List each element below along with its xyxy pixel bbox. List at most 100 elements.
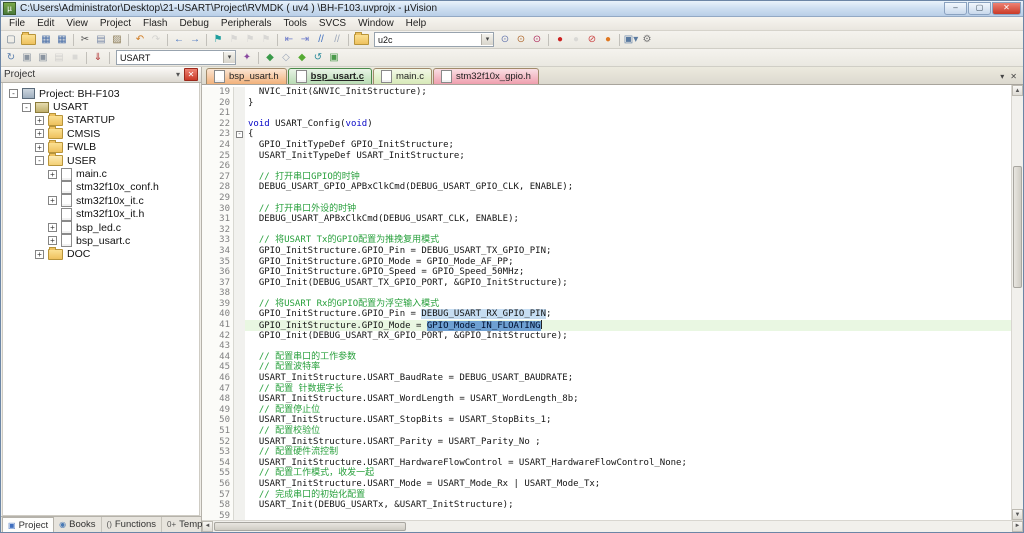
tree-item-user[interactable]: -USER bbox=[3, 154, 199, 167]
code-text[interactable]: USART_InitStructure.USART_StopBits = USA… bbox=[245, 415, 1011, 426]
tree-item-doc[interactable]: +DOC bbox=[3, 248, 199, 261]
target-combo[interactable]: USART▾ bbox=[116, 50, 236, 65]
save-icon[interactable]: ▦ bbox=[38, 33, 54, 47]
fold-margin[interactable] bbox=[234, 278, 245, 289]
editor-tab-main-c[interactable]: main.c bbox=[373, 68, 432, 84]
horizontal-scroll-track[interactable] bbox=[213, 521, 1012, 532]
code-text[interactable]: // 打开串口外设的时钟 bbox=[245, 204, 1011, 215]
line-number[interactable]: 48 bbox=[202, 394, 234, 405]
code-line-28[interactable]: 28 DEBUG_USART_GPIO_APBxClkCmd(DEBUG_USA… bbox=[202, 182, 1011, 193]
fold-margin[interactable] bbox=[234, 415, 245, 426]
tree-expander-icon[interactable]: + bbox=[48, 236, 57, 245]
code-line-30[interactable]: 30 // 打开串口外设的时钟 bbox=[202, 204, 1011, 215]
code-line-52[interactable]: 52 USART_InitStructure.USART_Parity = US… bbox=[202, 437, 1011, 448]
code-line-41[interactable]: 41 GPIO_InitStructure.GPIO_Mode = GPIO_M… bbox=[202, 320, 1011, 331]
fold-margin[interactable] bbox=[234, 511, 245, 520]
code-line-45[interactable]: 45 // 配置波特率 bbox=[202, 362, 1011, 373]
file-extensions-icon[interactable]: ◇ bbox=[278, 51, 294, 65]
bookmark-toggle-icon[interactable]: ⚑ bbox=[210, 33, 226, 47]
scroll-left-icon[interactable]: ◄ bbox=[202, 521, 213, 532]
tree-item-bsp-usart-c[interactable]: +bsp_usart.c bbox=[3, 234, 199, 247]
fold-margin[interactable]: - bbox=[234, 129, 245, 140]
code-line-44[interactable]: 44 // 配置串口的工作参数 bbox=[202, 352, 1011, 363]
code-text[interactable]: // 配置串口的工作参数 bbox=[245, 352, 1011, 363]
code-text[interactable]: // 配置 针数据字长 bbox=[245, 384, 1011, 395]
code-text[interactable]: // 将USART Tx的GPIO配置为推挽复用模式 bbox=[245, 235, 1011, 246]
code-text[interactable]: USART_InitStructure.USART_WordLength = U… bbox=[245, 394, 1011, 405]
tree-expander-icon[interactable]: + bbox=[48, 196, 57, 205]
fold-margin[interactable] bbox=[234, 257, 245, 268]
code-line-48[interactable]: 48 USART_InitStructure.USART_WordLength … bbox=[202, 394, 1011, 405]
tree-item-fwlb[interactable]: +FWLB bbox=[3, 141, 199, 154]
bookmark-clear-icon[interactable]: ⚑ bbox=[258, 33, 274, 47]
tree-item-bsp-led-c[interactable]: +bsp_led.c bbox=[3, 221, 199, 234]
editor-horizontal-scrollbar[interactable]: ◄ ► bbox=[202, 520, 1023, 532]
copy-icon[interactable]: ▤ bbox=[93, 33, 109, 47]
code-text[interactable]: // 打开串口GPIO的时钟 bbox=[245, 172, 1011, 183]
outdent-icon[interactable]: ⇤ bbox=[281, 33, 297, 47]
translate-icon[interactable]: ↻ bbox=[3, 51, 19, 65]
find-in-files-icon[interactable] bbox=[354, 34, 369, 45]
code-line-36[interactable]: 36 GPIO_InitStructure.GPIO_Speed = GPIO_… bbox=[202, 267, 1011, 278]
code-text[interactable]: // 配置停止位 bbox=[245, 405, 1011, 416]
code-line-57[interactable]: 57 // 完成串口的初始化配置 bbox=[202, 490, 1011, 501]
tree-expander-icon[interactable]: + bbox=[35, 250, 44, 259]
code-line-32[interactable]: 32 bbox=[202, 225, 1011, 236]
fold-margin[interactable] bbox=[234, 214, 245, 225]
code-text[interactable]: // 配置波特率 bbox=[245, 362, 1011, 373]
tree-expander-icon[interactable]: + bbox=[48, 223, 57, 232]
comment-icon[interactable]: // bbox=[313, 33, 329, 47]
fold-margin[interactable] bbox=[234, 288, 245, 299]
fold-margin[interactable] bbox=[234, 394, 245, 405]
line-number[interactable]: 23 bbox=[202, 129, 234, 140]
menu-window[interactable]: Window bbox=[352, 18, 400, 29]
line-number[interactable]: 54 bbox=[202, 458, 234, 469]
code-text[interactable]: // 配置硬件流控制 bbox=[245, 447, 1011, 458]
fold-margin[interactable] bbox=[234, 362, 245, 373]
code-line-35[interactable]: 35 GPIO_InitStructure.GPIO_Mode = GPIO_M… bbox=[202, 257, 1011, 268]
line-number[interactable]: 22 bbox=[202, 119, 234, 130]
code-text[interactable]: GPIO_InitTypeDef GPIO_InitStructure; bbox=[245, 140, 1011, 151]
line-number[interactable]: 57 bbox=[202, 490, 234, 501]
tree-item-usart[interactable]: -USART bbox=[3, 100, 199, 113]
pin-icon[interactable]: ▾ bbox=[172, 69, 184, 80]
code-line-29[interactable]: 29 bbox=[202, 193, 1011, 204]
code-view[interactable]: 19 NVIC_Init(&NVIC_InitStructure);20}212… bbox=[202, 85, 1011, 520]
breakpoint-enableall-icon[interactable]: ● bbox=[600, 33, 616, 47]
fold-margin[interactable] bbox=[234, 479, 245, 490]
tree-expander-icon[interactable]: - bbox=[35, 156, 44, 165]
batch-build-icon[interactable]: ▤ bbox=[51, 51, 67, 65]
menu-tools[interactable]: Tools bbox=[278, 18, 313, 29]
code-text[interactable]: GPIO_InitStructure.GPIO_Mode = GPIO_Mode… bbox=[245, 257, 1011, 268]
code-text[interactable]: USART_Init(DEBUG_USARTx, &USART_InitStru… bbox=[245, 500, 1011, 511]
editor-tab-stm32f10x-gpio-h[interactable]: stm32f10x_gpio.h bbox=[433, 68, 539, 84]
fold-margin[interactable] bbox=[234, 331, 245, 342]
fold-margin[interactable] bbox=[234, 384, 245, 395]
code-text[interactable]: NVIC_Init(&NVIC_InitStructure); bbox=[245, 87, 1011, 98]
panel-close-icon[interactable]: ✕ bbox=[184, 68, 198, 81]
multi-project-icon[interactable]: ↺ bbox=[310, 51, 326, 65]
uncomment-icon[interactable]: // bbox=[329, 33, 345, 47]
code-text[interactable] bbox=[245, 108, 1011, 119]
fold-margin[interactable] bbox=[234, 246, 245, 257]
line-number[interactable]: 51 bbox=[202, 426, 234, 437]
code-text[interactable]: USART_InitStructure.USART_HardwareFlowCo… bbox=[245, 458, 1011, 469]
fold-margin[interactable] bbox=[234, 299, 245, 310]
fold-margin[interactable] bbox=[234, 468, 245, 479]
fold-margin[interactable] bbox=[234, 405, 245, 416]
tree-item-project-bh-f103[interactable]: -Project: BH-F103 bbox=[3, 87, 199, 100]
code-line-26[interactable]: 26 bbox=[202, 161, 1011, 172]
vertical-scroll-track[interactable] bbox=[1012, 96, 1023, 509]
code-text[interactable]: // 将USART Rx的GPIO配置为浮空输入模式 bbox=[245, 299, 1011, 310]
line-number[interactable]: 46 bbox=[202, 373, 234, 384]
code-line-21[interactable]: 21 bbox=[202, 108, 1011, 119]
code-text[interactable] bbox=[245, 288, 1011, 299]
fold-margin[interactable] bbox=[234, 172, 245, 183]
tree-item-startup[interactable]: +STARTUP bbox=[3, 114, 199, 127]
menu-file[interactable]: File bbox=[3, 18, 31, 29]
line-number[interactable]: 50 bbox=[202, 415, 234, 426]
panel-tab-books[interactable]: ◉Books bbox=[54, 517, 101, 532]
code-text[interactable]: // 完成串口的初始化配置 bbox=[245, 490, 1011, 501]
tree-expander-icon[interactable]: + bbox=[35, 143, 44, 152]
search-combo[interactable]: u2c▾ bbox=[374, 32, 494, 47]
